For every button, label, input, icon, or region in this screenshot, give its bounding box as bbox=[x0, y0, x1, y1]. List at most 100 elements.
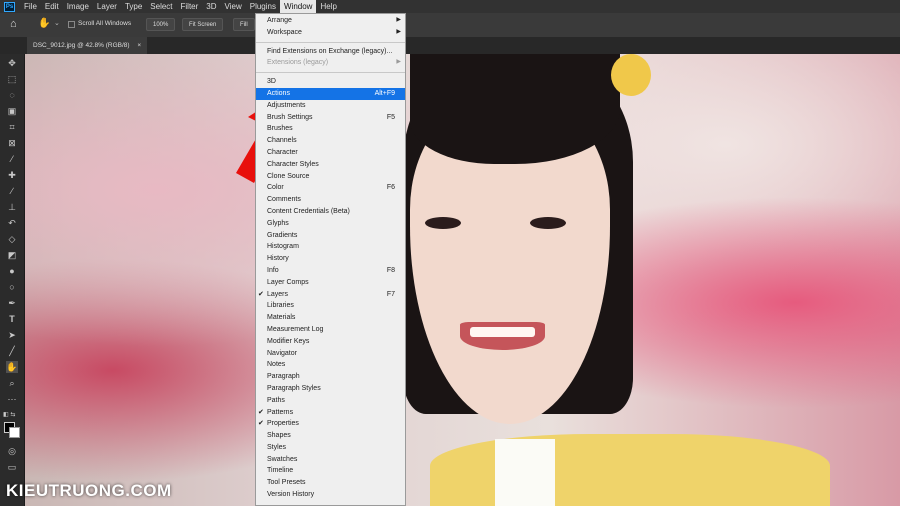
menu-item-shortcut: F8 bbox=[386, 266, 395, 274]
menu-item-paragraph-styles[interactable]: Paragraph Styles bbox=[256, 383, 405, 395]
scroll-all-windows-checkbox[interactable] bbox=[68, 21, 75, 28]
menu-item-adjustments[interactable]: Adjustments bbox=[256, 100, 405, 112]
menu-filter[interactable]: Filter bbox=[177, 0, 203, 13]
menu-item-tool-presets[interactable]: Tool Presets bbox=[256, 477, 405, 489]
menu-file[interactable]: File bbox=[20, 0, 41, 13]
menu-window[interactable]: Window bbox=[279, 0, 317, 13]
quick-mask-icon[interactable]: ◎ bbox=[6, 445, 18, 457]
move-tool-icon[interactable]: ✥ bbox=[6, 57, 18, 69]
menu-item-label: Actions bbox=[267, 89, 290, 97]
menu-item-patterns[interactable]: ✔ Patterns bbox=[256, 407, 405, 419]
zoom-tool-icon[interactable]: ⌕ bbox=[6, 377, 18, 389]
menu-item-properties[interactable]: ✔ Properties bbox=[256, 418, 405, 430]
document-canvas[interactable] bbox=[25, 54, 900, 506]
stamp-tool-icon[interactable]: ⊥ bbox=[6, 201, 18, 213]
menu-item-layers[interactable]: ✔ Layers F7 bbox=[256, 289, 405, 301]
gradient-tool-icon[interactable]: ◩ bbox=[6, 249, 18, 261]
menu-item-channels[interactable]: Channels bbox=[256, 135, 405, 147]
menu-select[interactable]: Select bbox=[146, 0, 176, 13]
menu-type[interactable]: Type bbox=[121, 0, 146, 13]
menu-item-gradients[interactable]: Gradients bbox=[256, 230, 405, 242]
marquee-tool-icon[interactable]: ⬚ bbox=[6, 73, 18, 85]
menu-item-clone-source[interactable]: Clone Source bbox=[256, 171, 405, 183]
menu-item-materials[interactable]: Materials bbox=[256, 312, 405, 324]
menu-3d[interactable]: 3D bbox=[202, 0, 220, 13]
menu-item-swatches[interactable]: Swatches bbox=[256, 454, 405, 466]
crop-tool-icon[interactable]: ⌗ bbox=[6, 121, 18, 133]
menu-item-notes[interactable]: Notes bbox=[256, 359, 405, 371]
menu-item-styles[interactable]: Styles bbox=[256, 442, 405, 454]
menu-item-comments[interactable]: Comments bbox=[256, 194, 405, 206]
hand-tool-options-icon[interactable]: ✋ bbox=[38, 18, 50, 29]
fill-screen-button[interactable]: Fill S bbox=[233, 18, 255, 31]
menu-item-label: Find Extensions on Exchange (legacy)... bbox=[267, 47, 393, 55]
menu-help[interactable]: Help bbox=[316, 0, 340, 13]
menu-item-label: Modifier Keys bbox=[267, 337, 310, 345]
frame-tool-icon[interactable]: ⊠ bbox=[6, 137, 18, 149]
menu-plugins[interactable]: Plugins bbox=[246, 0, 280, 13]
options-bar: ⌂ ✋ ⌄ Scroll All Windows 100% Fit Screen… bbox=[0, 13, 900, 38]
menu-item-workspace[interactable]: Workspace ▶ bbox=[256, 27, 405, 39]
menu-item-paths[interactable]: Paths bbox=[256, 395, 405, 407]
menu-item-character[interactable]: Character bbox=[256, 147, 405, 159]
menu-item-actions[interactable]: Actions Alt+F9 bbox=[256, 87, 405, 100]
menu-item-modifier-keys[interactable]: Modifier Keys bbox=[256, 336, 405, 348]
menu-view[interactable]: View bbox=[221, 0, 246, 13]
path-select-tool-icon[interactable]: ➤ bbox=[6, 329, 18, 341]
document-tab[interactable]: DSC_9012.jpg @ 42.8% (RGB/8) × bbox=[27, 37, 148, 54]
menu-item-measurement-log[interactable]: Measurement Log bbox=[256, 324, 405, 336]
menu-item-libraries[interactable]: Libraries bbox=[256, 300, 405, 312]
watermark: KIEUTRUONG.COM bbox=[6, 481, 172, 500]
menu-item-brushes[interactable]: Brushes bbox=[256, 123, 405, 135]
menu-item-histogram[interactable]: Histogram bbox=[256, 241, 405, 253]
pen-tool-icon[interactable]: ✒ bbox=[6, 297, 18, 309]
tool-preset-dropdown-icon[interactable]: ⌄ bbox=[54, 19, 60, 27]
type-tool-icon[interactable]: T bbox=[6, 313, 18, 325]
menu-item-find-extensions-on-exchange-legacy[interactable]: Find Extensions on Exchange (legacy)... bbox=[256, 46, 405, 58]
fit-screen-button[interactable]: Fit Screen bbox=[182, 18, 224, 31]
menu-item-color[interactable]: Color F6 bbox=[256, 182, 405, 194]
brush-tool-icon[interactable]: ∕ bbox=[6, 185, 18, 197]
shape-tool-icon[interactable]: ╱ bbox=[6, 345, 18, 357]
swatch-reset-icon[interactable]: ◧ ⇆ bbox=[3, 411, 15, 418]
menu-item-character-styles[interactable]: Character Styles bbox=[256, 159, 405, 171]
menu-item-layer-comps[interactable]: Layer Comps bbox=[256, 277, 405, 289]
lasso-tool-icon[interactable]: ◌ bbox=[6, 89, 18, 101]
menu-item-brush-settings[interactable]: Brush Settings F5 bbox=[256, 112, 405, 124]
menu-item-label: Notes bbox=[267, 361, 286, 369]
menu-item-navigator[interactable]: Navigator bbox=[256, 348, 405, 360]
menu-item-history[interactable]: History bbox=[256, 253, 405, 265]
object-select-tool-icon[interactable]: ▣ bbox=[6, 105, 18, 117]
menu-image[interactable]: Image bbox=[63, 0, 93, 13]
menu-item-label: Tool Presets bbox=[267, 479, 306, 487]
photoshop-logo-icon[interactable]: Ps bbox=[4, 1, 15, 12]
eraser-tool-icon[interactable]: ◇ bbox=[6, 233, 18, 245]
hand-tool-icon[interactable]: ✋ bbox=[6, 361, 18, 373]
menu-item-version-history[interactable]: Version History bbox=[256, 489, 405, 501]
eyedropper-tool-icon[interactable]: ⁄ bbox=[6, 153, 18, 165]
menu-item-glyphs[interactable]: Glyphs bbox=[256, 218, 405, 230]
menu-item-shapes[interactable]: Shapes bbox=[256, 430, 405, 442]
menu-layer[interactable]: Layer bbox=[93, 0, 121, 13]
menu-item-info[interactable]: Info F8 bbox=[256, 265, 405, 277]
healing-tool-icon[interactable]: ✚ bbox=[6, 169, 18, 181]
menu-item-arrange[interactable]: Arrange ▶ bbox=[256, 15, 405, 27]
menu-item-3d[interactable]: 3D bbox=[256, 76, 405, 88]
dodge-tool-icon[interactable]: ○ bbox=[6, 281, 18, 293]
menu-edit[interactable]: Edit bbox=[41, 0, 63, 13]
menu-item-paragraph[interactable]: Paragraph bbox=[256, 371, 405, 383]
history-brush-tool-icon[interactable]: ↶ bbox=[6, 217, 18, 229]
photo-eye-right bbox=[530, 217, 566, 229]
menu-item-label: Extensions (legacy) bbox=[267, 59, 329, 67]
blur-tool-icon[interactable]: ● bbox=[6, 265, 18, 277]
close-icon[interactable]: × bbox=[137, 42, 141, 49]
menu-item-shortcut: F7 bbox=[386, 290, 395, 298]
background-color-swatch[interactable] bbox=[9, 427, 20, 438]
zoom-100-button[interactable]: 100% bbox=[146, 18, 176, 31]
screen-mode-icon[interactable]: ▭ bbox=[6, 461, 18, 473]
menu-item-label: Properties bbox=[267, 420, 299, 428]
menu-item-timeline[interactable]: Timeline bbox=[256, 465, 405, 477]
home-icon[interactable]: ⌂ bbox=[10, 18, 17, 30]
more-tools-icon[interactable]: ⋯ bbox=[6, 393, 18, 405]
menu-item-content-credentials-beta[interactable]: Content Credentials (Beta) bbox=[256, 206, 405, 218]
